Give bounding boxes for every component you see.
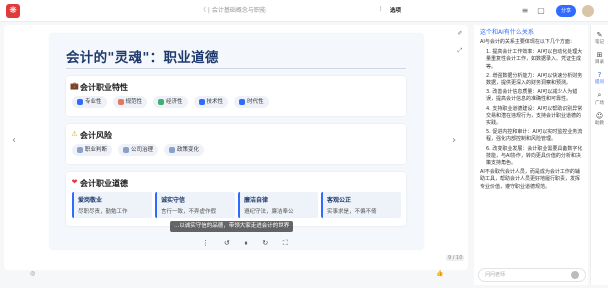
card-risk: ⚠ 会计风险 职业判断 公司治理 政策变化	[66, 124, 406, 164]
value-item: 诚实守信 言行一致，不弄虚作假	[155, 192, 235, 218]
list-item: 2. 增强数据分析能力：AI可以快速分析财务数据，提供更深入的财务洞察和预测。	[486, 72, 583, 87]
slide: 会计的"灵魂"：职业道德 💼 会计职业特性 专业性 规范性 经济性 技术性 时代…	[50, 34, 423, 249]
chip-economic: 经济性	[153, 96, 188, 108]
explore-icon: ⌕	[597, 91, 602, 99]
like-icon[interactable]: 👍	[436, 270, 443, 277]
chip-professional: 专业性	[72, 96, 107, 108]
chip-era: 时代性	[234, 96, 269, 108]
chip-policy: 政策变化	[164, 144, 205, 156]
card-title: 会计职业特性	[80, 83, 128, 92]
question-icon: ?	[597, 71, 602, 79]
draw-icon[interactable]: ✐	[455, 30, 465, 37]
top-bar: ❋ 〈 | 会计基础概念与职能 | 选项 ≡ ▢ 分享	[0, 0, 608, 22]
breadcrumb-separator: |	[380, 6, 382, 12]
grid-icon: ⊞	[596, 51, 603, 59]
forward-icon[interactable]: ↻	[262, 239, 268, 247]
chip-normative: 规范性	[112, 96, 148, 108]
breadcrumb[interactable]: 〈 | 会计基础概念与职能	[200, 5, 266, 14]
list-item: 5. 促进内控和审计：AI可以实时监控业务流程，强化内部控制和风险管理。	[486, 129, 583, 143]
card-ethics: ❤ 会计职业道德 爱岗敬业 尽职尽责，勤勉工作 诚实守信 言行一致，不弄虚作假 廉洁…	[66, 172, 406, 226]
card-title: 会计职业道德	[80, 179, 128, 188]
ai-badge-icon[interactable]: ◎	[30, 270, 35, 277]
value-item: 廉洁自律 遵纪守法，廉洁奉公	[238, 192, 318, 218]
heart-icon: ❤	[71, 178, 78, 186]
rail-item-square[interactable]: ⌕ 广场	[591, 91, 608, 106]
pen-icon: ✎	[596, 31, 603, 39]
chip-governance: 公司治理	[118, 144, 159, 156]
slide-title: 会计的"灵魂"：职业道德	[66, 50, 219, 66]
briefcase-icon: 💼	[70, 82, 79, 90]
fullscreen-icon[interactable]: ⤢	[455, 47, 465, 55]
chat-input[interactable]: 问问老师	[478, 268, 586, 282]
share-button[interactable]: 分享	[556, 5, 576, 17]
replay-icon[interactable]: ↺	[224, 239, 230, 247]
list-item: 1. 提高会计工作效率：AI可以自动化处理大量重复性会计工作，如数据录入、凭证生…	[486, 49, 583, 70]
rail-item-toc[interactable]: ⊞ 目录	[591, 51, 608, 65]
player-controls: ⋮ ↺ ⏸ ↻ ⛶	[195, 236, 295, 250]
menu-icon[interactable]: ≡	[520, 6, 530, 16]
expand-icon[interactable]: ⛶	[283, 239, 288, 248]
avatar[interactable]	[582, 5, 594, 17]
value-item: 爱岗敬业 尽职尽责，勤勉工作	[72, 192, 152, 218]
chip-technical: 技术性	[193, 96, 229, 108]
divider	[66, 68, 406, 69]
send-icon[interactable]	[571, 271, 579, 279]
layout-icon[interactable]: ▢	[536, 6, 546, 16]
rail-item-ask[interactable]: ? 提问	[591, 71, 608, 85]
user-question: 这个和AI有什么关系	[480, 29, 534, 36]
rail-item-notes[interactable]: ✎ 笔记	[591, 31, 608, 45]
list-item: 4. 支持职业道德建设：AI可以帮助识别异常交易和潜在违规行为，支持会计职业道德…	[486, 105, 583, 127]
page-indicator: 9 / 10	[446, 255, 465, 261]
list-item: 3. 改善会计信息质量：AI可以减少人为错误，提高会计信息的准确性和可靠性。	[486, 89, 578, 103]
viewer-tools: ✐ ⤢	[455, 30, 465, 65]
rail-item-assistant[interactable]: ☺ 助教	[591, 112, 608, 126]
pause-icon[interactable]: ⏸	[244, 239, 248, 248]
subtitle-caption: ...以诚实守信的品德，带领大家走进会计的世界	[170, 221, 294, 232]
assistant-icon: ☺	[595, 112, 604, 120]
lesson-title: 选项	[390, 8, 402, 14]
warning-icon: ⚠	[71, 130, 78, 138]
prev-slide-icon[interactable]: ‹	[12, 135, 16, 146]
chip-judgment: 职业判断	[72, 144, 113, 156]
app-logo-icon: ❋	[6, 4, 20, 18]
next-slide-icon[interactable]: ›	[452, 135, 456, 146]
chat-panel: 这个和AI有什么关系 AI与会计的关系主要体现在以下几个方面： 1. 提高会计工…	[474, 25, 588, 285]
more-icon[interactable]: ⋮	[202, 239, 209, 247]
ai-answer: AI与会计的关系主要体现在以下几个方面： 1. 提高会计工作效率：AI可以自动化…	[480, 39, 583, 190]
list-item: 6. 改变职业发展：会计职业需要具备数字化技能，与AI协作，转向更具价值的分析和…	[486, 145, 583, 167]
card-title: 会计风险	[80, 131, 112, 140]
value-item: 客观公正 实事求是，不偏不倚	[321, 192, 401, 218]
card-characteristics: 💼 会计职业特性 专业性 规范性 经济性 技术性 时代性	[66, 76, 406, 116]
right-rail: ✎ 笔记 ⊞ 目录 ? 提问 ⌕ 广场 ☺ 助教	[590, 25, 608, 285]
